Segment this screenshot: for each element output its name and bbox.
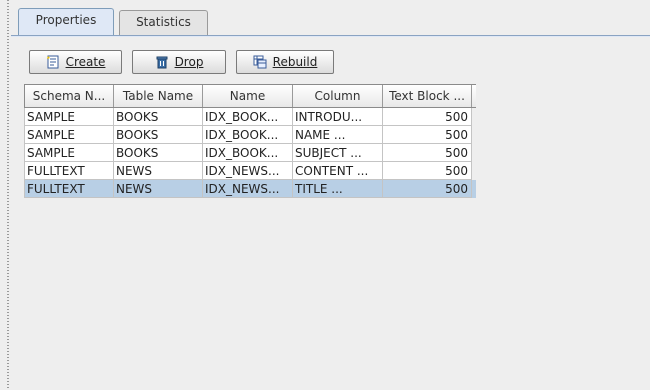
cell-schema: FULLTEXT	[24, 180, 113, 198]
table-row[interactable]: SAMPLE BOOKS IDX_BOOK... INTRODU... 500	[24, 108, 476, 126]
cell-name: IDX_BOOK...	[202, 144, 292, 162]
properties-panel: Properties Statistics Create Drop Rebuil…	[11, 0, 650, 390]
cell-schema: FULLTEXT	[24, 162, 113, 180]
text-index-table: Schema N... Table Name Name Column Text …	[24, 84, 476, 387]
cell-table-name: BOOKS	[113, 144, 202, 162]
drop-button[interactable]: Drop	[132, 50, 226, 74]
cell-schema: SAMPLE	[24, 108, 113, 126]
tab-bar: Properties Statistics	[11, 0, 650, 37]
tab-properties-label: Properties	[35, 13, 97, 27]
cell-column: INTRODU...	[292, 108, 382, 126]
tab-statistics-label: Statistics	[136, 15, 191, 29]
column-header-table-name[interactable]: Table Name	[113, 85, 202, 107]
cell-schema: SAMPLE	[24, 126, 113, 144]
cell-column: NAME ...	[292, 126, 382, 144]
column-header-schema[interactable]: Schema N...	[24, 85, 113, 107]
cell-text-block: 500	[382, 108, 472, 126]
cell-name: IDX_NEWS...	[202, 162, 292, 180]
new-document-icon	[46, 55, 60, 69]
drop-button-label: Drop	[174, 55, 204, 69]
cell-text-block: 500	[382, 144, 472, 162]
table-row-selected[interactable]: FULLTEXT NEWS IDX_NEWS... TITLE ... 500	[24, 180, 476, 198]
column-header-name[interactable]: Name	[202, 85, 292, 107]
rebuild-button-label: Rebuild	[272, 55, 318, 69]
column-header-column[interactable]: Column	[292, 85, 382, 107]
rebuild-button[interactable]: Rebuild	[236, 50, 334, 74]
tab-statistics[interactable]: Statistics	[119, 10, 208, 35]
cell-name: IDX_BOOK...	[202, 126, 292, 144]
cell-name: IDX_BOOK...	[202, 108, 292, 126]
table-row[interactable]: SAMPLE BOOKS IDX_BOOK... NAME ... 500	[24, 126, 476, 144]
cell-text-block: 500	[382, 126, 472, 144]
trash-can-icon	[155, 55, 169, 69]
cell-table-name: BOOKS	[113, 126, 202, 144]
cell-schema: SAMPLE	[24, 144, 113, 162]
cell-text-block: 500	[382, 162, 472, 180]
column-header-text-block[interactable]: Text Block ...	[382, 85, 472, 107]
properties-content: Create Drop Rebuild Schema N... Table Na…	[24, 37, 650, 390]
rebuild-table-icon	[253, 55, 267, 69]
cell-column: CONTENT ...	[292, 162, 382, 180]
cell-table-name: NEWS	[113, 162, 202, 180]
create-button[interactable]: Create	[29, 50, 122, 74]
cell-name: IDX_NEWS...	[202, 180, 292, 198]
table-row[interactable]: FULLTEXT NEWS IDX_NEWS... CONTENT ... 50…	[24, 162, 476, 180]
cell-table-name: NEWS	[113, 180, 202, 198]
tab-properties[interactable]: Properties	[18, 8, 114, 36]
table-header: Schema N... Table Name Name Column Text …	[24, 84, 476, 108]
cell-table-name: BOOKS	[113, 108, 202, 126]
cell-text-block: 500	[382, 180, 472, 198]
create-button-label: Create	[65, 55, 106, 69]
table-row[interactable]: SAMPLE BOOKS IDX_BOOK... SUBJECT ... 500	[24, 144, 476, 162]
splitter-handle[interactable]	[0, 0, 10, 390]
cell-column: TITLE ...	[292, 180, 382, 198]
cell-column: SUBJECT ...	[292, 144, 382, 162]
